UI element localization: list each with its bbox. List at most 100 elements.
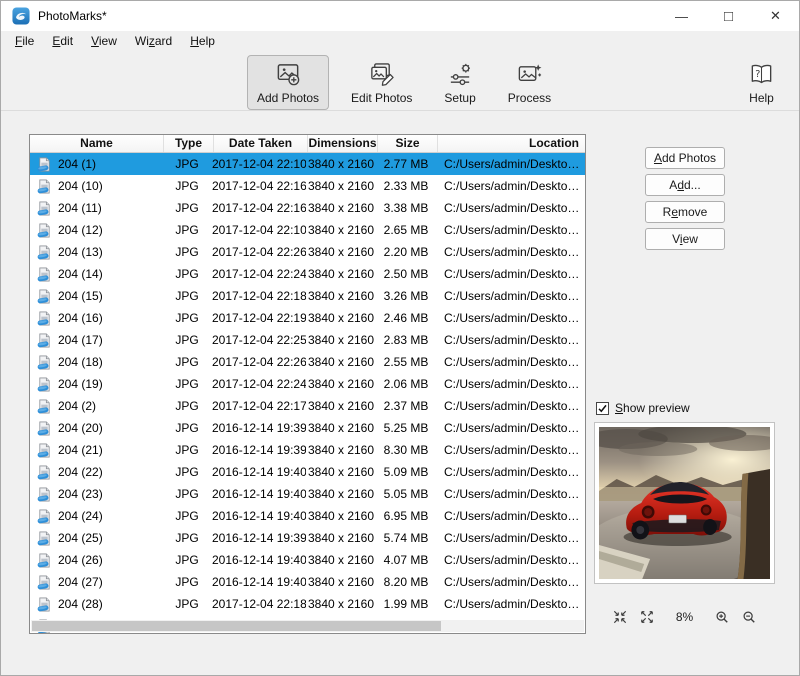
column-header[interactable]: Type [164, 135, 214, 152]
table-row[interactable]: 204 (10) JPG 2017-12-04 22:16 3840 x 216… [30, 175, 585, 197]
column-header[interactable]: Size [378, 135, 438, 152]
cell-name: 204 (2) [58, 399, 162, 413]
table-row[interactable]: 204 (12) JPG 2017-12-04 22:10 3840 x 216… [30, 219, 585, 241]
close-button[interactable]: ✕ [752, 1, 799, 31]
menu-item[interactable]: Edit [43, 32, 82, 50]
zoom-out-icon[interactable] [742, 610, 756, 624]
zoom-in-icon[interactable] [715, 610, 729, 624]
table-row[interactable]: 204 (28) JPG 2017-12-04 22:18 3840 x 216… [30, 593, 585, 615]
cell-size: 2.65 MB [376, 223, 436, 237]
column-header[interactable]: Name [30, 135, 164, 152]
toolbar-icon [275, 61, 302, 88]
column-header[interactable]: Location [438, 135, 585, 152]
table-row[interactable]: 204 (19) JPG 2017-12-04 22:24 3840 x 216… [30, 373, 585, 395]
file-icon-cell [30, 399, 58, 414]
toolbar-button[interactable]: Process [498, 55, 561, 110]
cell-size: 8.30 MB [376, 443, 436, 457]
cell-dimensions: 3840 x 2160 [306, 289, 376, 303]
table-row[interactable]: 204 (15) JPG 2017-12-04 22:18 3840 x 216… [30, 285, 585, 307]
toolbar-button[interactable]: Add Photos [247, 55, 329, 110]
horizontal-scrollbar-thumb[interactable] [32, 621, 441, 631]
table-row[interactable]: 204 (14) JPG 2017-12-04 22:24 3840 x 216… [30, 263, 585, 285]
file-icon [37, 597, 52, 612]
cell-date-taken: 2017-12-04 22:26 [212, 355, 306, 369]
table-row[interactable]: 204 (11) JPG 2017-12-04 22:16 3840 x 216… [30, 197, 585, 219]
menu-item[interactable]: File [6, 32, 43, 50]
table-row[interactable]: 204 (20) JPG 2016-12-14 19:39 3840 x 216… [30, 417, 585, 439]
file-icon-cell [30, 443, 58, 458]
horizontal-scrollbar[interactable] [31, 620, 584, 632]
cell-dimensions: 3840 x 2160 [306, 223, 376, 237]
file-icon [37, 311, 52, 326]
menu-item[interactable]: Wizard [126, 32, 181, 50]
cell-location: C:/Users/admin/Desktop/... [436, 443, 585, 457]
menu-item[interactable]: View [82, 32, 126, 50]
table-row[interactable]: 204 (21) JPG 2016-12-14 19:39 3840 x 216… [30, 439, 585, 461]
cell-location: C:/Users/admin/Desktop/... [436, 597, 585, 611]
file-icon [37, 377, 52, 392]
side-button[interactable]: View [645, 228, 725, 250]
cell-location: C:/Users/admin/Desktop/... [436, 201, 585, 215]
toolbar-button[interactable]: Edit Photos [341, 55, 422, 110]
file-icon [37, 289, 52, 304]
cell-name: 204 (27) [58, 575, 162, 589]
toolbar-button-help[interactable]: Help [738, 55, 785, 110]
cell-size: 3.26 MB [376, 289, 436, 303]
cell-date-taken: 2017-12-04 22:24 [212, 377, 306, 391]
table-row[interactable]: 204 (26) JPG 2016-12-14 19:40 3840 x 216… [30, 549, 585, 571]
table-row[interactable]: 204 (25) JPG 2016-12-14 19:39 3840 x 216… [30, 527, 585, 549]
table-row[interactable]: 204 (23) JPG 2016-12-14 19:40 3840 x 216… [30, 483, 585, 505]
show-preview-checkbox[interactable]: Show preview [596, 401, 690, 415]
toolbar-button[interactable]: Setup [434, 55, 485, 110]
cell-dimensions: 3840 x 2160 [306, 421, 376, 435]
side-button[interactable]: Remove [645, 201, 725, 223]
fit-to-window-icon[interactable] [613, 610, 627, 624]
file-icon-cell [30, 355, 58, 370]
cell-date-taken: 2017-12-04 22:25 [212, 333, 306, 347]
table-row[interactable]: 204 (22) JPG 2016-12-14 19:40 3840 x 216… [30, 461, 585, 483]
side-button[interactable]: Add Photos [645, 147, 725, 169]
menu-item[interactable]: Help [181, 32, 224, 50]
file-icon-cell [30, 597, 58, 612]
table-row[interactable]: 204 (18) JPG 2017-12-04 22:26 3840 x 216… [30, 351, 585, 373]
file-icon [37, 267, 52, 282]
table-row[interactable]: 204 (13) JPG 2017-12-04 22:26 3840 x 216… [30, 241, 585, 263]
cell-name: 204 (21) [58, 443, 162, 457]
titlebar: PhotoMarks* — □ ✕ [1, 1, 799, 31]
file-icon [37, 553, 52, 568]
file-icon [37, 245, 52, 260]
table-row[interactable]: 204 (1) JPG 2017-12-04 22:10 3840 x 2160… [30, 153, 585, 175]
column-header[interactable]: Dimensions [308, 135, 378, 152]
cell-size: 2.37 MB [376, 399, 436, 413]
cell-type: JPG [162, 399, 212, 413]
table-row[interactable]: 204 (16) JPG 2017-12-04 22:19 3840 x 216… [30, 307, 585, 329]
file-icon-cell [30, 311, 58, 326]
cell-type: JPG [162, 179, 212, 193]
cell-location: C:/Users/admin/Desktop/... [436, 267, 585, 281]
table-row[interactable]: 204 (24) JPG 2016-12-14 19:40 3840 x 216… [30, 505, 585, 527]
column-header[interactable]: Date Taken [214, 135, 308, 152]
toolbar-button-label: Setup [444, 91, 475, 105]
table-row[interactable]: 204 (27) JPG 2016-12-14 19:40 3840 x 216… [30, 571, 585, 593]
file-icon-cell [30, 575, 58, 590]
table-row[interactable]: 204 (17) JPG 2017-12-04 22:25 3840 x 216… [30, 329, 585, 351]
cell-dimensions: 3840 x 2160 [306, 531, 376, 545]
file-icon-cell [30, 245, 58, 260]
cell-type: JPG [162, 575, 212, 589]
minimize-button[interactable]: — [658, 1, 705, 31]
file-icon-cell [30, 465, 58, 480]
cell-dimensions: 3840 x 2160 [306, 267, 376, 281]
cell-dimensions: 3840 x 2160 [306, 465, 376, 479]
side-button[interactable]: Add... [645, 174, 725, 196]
cell-name: 204 (25) [58, 531, 162, 545]
cell-name: 204 (28) [58, 597, 162, 611]
cell-date-taken: 2016-12-14 19:39 [212, 531, 306, 545]
table-row[interactable]: 204 (2) JPG 2017-12-04 22:17 3840 x 2160… [30, 395, 585, 417]
file-icon-cell [30, 333, 58, 348]
cell-name: 204 (11) [58, 201, 162, 215]
file-icon [37, 355, 52, 370]
maximize-button[interactable]: □ [705, 1, 752, 31]
cell-dimensions: 3840 x 2160 [306, 245, 376, 259]
actual-size-icon[interactable] [640, 610, 654, 624]
cell-date-taken: 2017-12-04 22:19 [212, 311, 306, 325]
